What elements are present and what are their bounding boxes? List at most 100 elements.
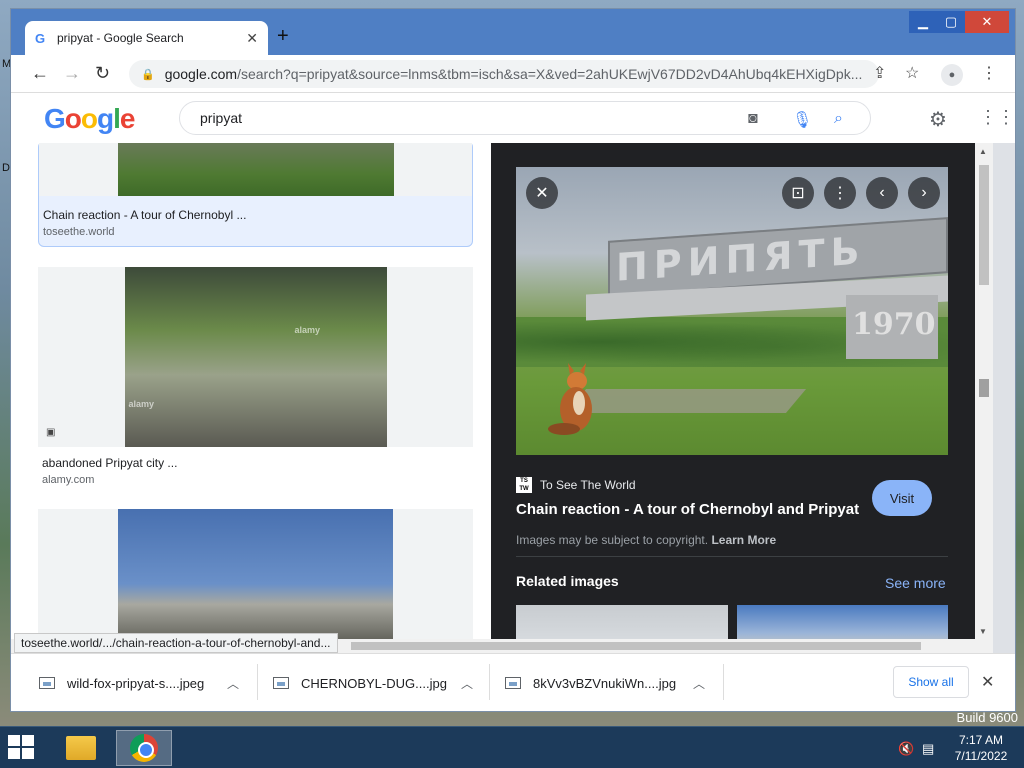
address-bar[interactable]: 🔒 google.com/search?q=pripyat&source=lnm… [129, 60, 879, 88]
image-results-grid: Chain reaction - A tour of Chernobyl ...… [11, 143, 491, 639]
related-images-heading: Related images [516, 573, 619, 589]
result-title[interactable]: Chain reaction - A tour of Chernobyl ... [43, 208, 246, 222]
reload-icon[interactable]: ↻ [95, 63, 110, 84]
search-query: pripyat [200, 110, 243, 126]
chevron-up-icon[interactable]: ︿ [693, 675, 705, 692]
search-icon[interactable]: ⌕ [834, 110, 843, 128]
result-thumbnail[interactable]: alamy alamy [124, 267, 387, 447]
close-preview-button[interactable]: ✕ [526, 177, 558, 209]
image-result-card[interactable]: alamy alamy ▣ abandoned Pripyat city ...… [38, 267, 473, 486]
visit-button[interactable]: Visit [872, 480, 932, 516]
close-tab-icon[interactable]: ✕ [246, 30, 258, 47]
menu-dots-icon[interactable]: ⋮ [981, 63, 997, 83]
related-image[interactable] [737, 605, 948, 639]
download-item[interactable]: 8kVv3vBZVnukiWn....jpg ︿ [505, 668, 705, 698]
image-file-icon [273, 677, 289, 689]
preview-title[interactable]: Chain reaction - A tour of Chernobyl and… [516, 501, 859, 518]
bookmark-star-icon[interactable]: ☆ [905, 63, 919, 83]
browser-toolbar: ← → ↻ 🔒 google.com/search?q=pripyat&sour… [11, 55, 1015, 93]
volume-muted-icon[interactable]: 🔇 [898, 741, 914, 757]
new-tab-icon[interactable]: + [277, 25, 289, 48]
microphone-icon[interactable]: 🎙 [792, 110, 812, 130]
vertical-scrollbar[interactable]: ▲ ▼ [975, 143, 993, 639]
image-file-icon [39, 677, 55, 689]
link-status-bar: toseethe.world/.../chain-reaction-a-tour… [14, 633, 338, 653]
scroll-up-icon[interactable]: ▲ [979, 147, 987, 156]
system-clock[interactable]: 7:17 AM 7/11/2022 [946, 732, 1016, 764]
chevron-up-icon[interactable]: ︿ [227, 675, 239, 692]
windows-build-text: Build 9600 [956, 710, 1018, 725]
share-icon[interactable]: ⇪ [873, 63, 886, 83]
chevron-up-icon[interactable]: ︿ [461, 675, 473, 692]
title-bar: G pripyat - Google Search ✕ + ▁ ▢ ✕ [11, 9, 1015, 55]
image-file-icon [505, 677, 521, 689]
more-options-icon[interactable]: ⋮ [824, 177, 856, 209]
related-image[interactable] [516, 605, 728, 639]
chrome-icon [130, 734, 158, 762]
windows-taskbar: 🔇 ▤ 7:17 AM 7/11/2022 [0, 726, 1024, 768]
url-path: /search?q=pripyat&source=lnms&tbm=isch&s… [237, 66, 863, 82]
learn-more-link[interactable]: Learn More [711, 533, 776, 547]
source-row[interactable]: TS TW To See The World [516, 477, 636, 493]
google-logo[interactable]: Google [44, 103, 135, 135]
download-filename: CHERNOBYL-DUG....jpg [301, 675, 447, 691]
image-preview-panel: ПРИПЯТЬ 1970 ✕ ⊡ ⋮ ‹ › TS TW To See The … [491, 143, 975, 639]
close-window-button[interactable]: ✕ [965, 11, 1009, 33]
lock-icon: 🔒 [141, 68, 155, 81]
start-button[interactable] [8, 735, 36, 761]
scrollbar-thumb[interactable] [351, 642, 921, 650]
lens-search-icon[interactable]: ⊡ [782, 177, 814, 209]
desktop-text-fragment: D [2, 162, 10, 174]
watermark: alamy [128, 399, 155, 409]
download-filename: wild-fox-pripyat-s....jpeg [67, 675, 205, 691]
scroll-down-icon[interactable]: ▼ [979, 627, 987, 636]
folder-icon [66, 736, 96, 760]
forward-arrow-icon[interactable]: → [63, 63, 81, 84]
result-source[interactable]: alamy.com [42, 474, 94, 486]
divider [516, 556, 948, 557]
previous-image-button[interactable]: ‹ [866, 177, 898, 209]
url-host: google.com [164, 66, 238, 82]
source-name[interactable]: To See The World [540, 478, 636, 492]
chrome-taskbar-button[interactable] [116, 730, 172, 766]
chrome-window: G pripyat - Google Search ✕ + ▁ ▢ ✕ ← → … [10, 8, 1016, 712]
back-arrow-icon[interactable]: ← [31, 63, 49, 84]
copyright-notice: Images may be subject to copyright. Lear… [516, 533, 777, 547]
watermark: alamy [294, 325, 321, 335]
google-favicon-icon: G [35, 30, 46, 46]
close-downloads-icon[interactable]: ✕ [981, 672, 994, 692]
download-item[interactable]: wild-fox-pripyat-s....jpeg ︿ [39, 668, 239, 698]
source-logo-icon: TS TW [516, 477, 532, 493]
sign-year: 1970 [852, 307, 936, 342]
scrollbar-thumb[interactable] [979, 379, 989, 397]
next-image-button[interactable]: › [908, 177, 940, 209]
google-header: Google pripyat ◙ 🎙 ⌕ ⚙ ⋮⋮ [11, 93, 1015, 143]
settings-gear-icon[interactable]: ⚙ [929, 107, 947, 132]
result-thumbnail[interactable] [118, 509, 393, 639]
tab-title: pripyat - Google Search [57, 31, 184, 45]
file-explorer-button[interactable] [56, 730, 106, 766]
download-item[interactable]: CHERNOBYL-DUG....jpg ︿ [273, 668, 473, 698]
network-icon[interactable]: ▤ [922, 741, 934, 757]
minimize-button[interactable]: ▁ [909, 11, 937, 33]
image-result-card[interactable]: Chain reaction - A tour of Chernobyl ...… [38, 143, 473, 247]
image-type-icon: ▣ [46, 427, 56, 438]
profile-icon[interactable]: ● [941, 64, 963, 86]
clock-time: 7:17 AM [958, 733, 1004, 747]
result-title[interactable]: abandoned Pripyat city ... [42, 456, 177, 470]
downloads-bar: wild-fox-pripyat-s....jpeg ︿ CHERNOBYL-D… [11, 653, 1015, 711]
apps-grid-icon[interactable]: ⋮⋮ [979, 107, 1015, 128]
result-source[interactable]: toseethe.world [43, 226, 115, 238]
result-thumbnail[interactable] [117, 143, 394, 196]
see-more-link[interactable]: See more [885, 575, 946, 591]
preview-image[interactable]: ПРИПЯТЬ 1970 ✕ ⊡ ⋮ ‹ › [516, 167, 948, 455]
show-all-downloads-button[interactable]: Show all [893, 666, 969, 698]
search-input[interactable]: pripyat ◙ 🎙 ⌕ [179, 101, 871, 135]
scrollbar-thumb[interactable] [979, 165, 989, 285]
maximize-button[interactable]: ▢ [937, 11, 965, 33]
browser-tab[interactable]: G pripyat - Google Search ✕ [25, 21, 268, 55]
clock-date: 7/11/2022 [954, 749, 1008, 763]
camera-icon[interactable]: ◙ [748, 110, 758, 128]
download-filename: 8kVv3vBZVnukiWn....jpg [533, 675, 677, 691]
fox-figure [548, 363, 592, 435]
